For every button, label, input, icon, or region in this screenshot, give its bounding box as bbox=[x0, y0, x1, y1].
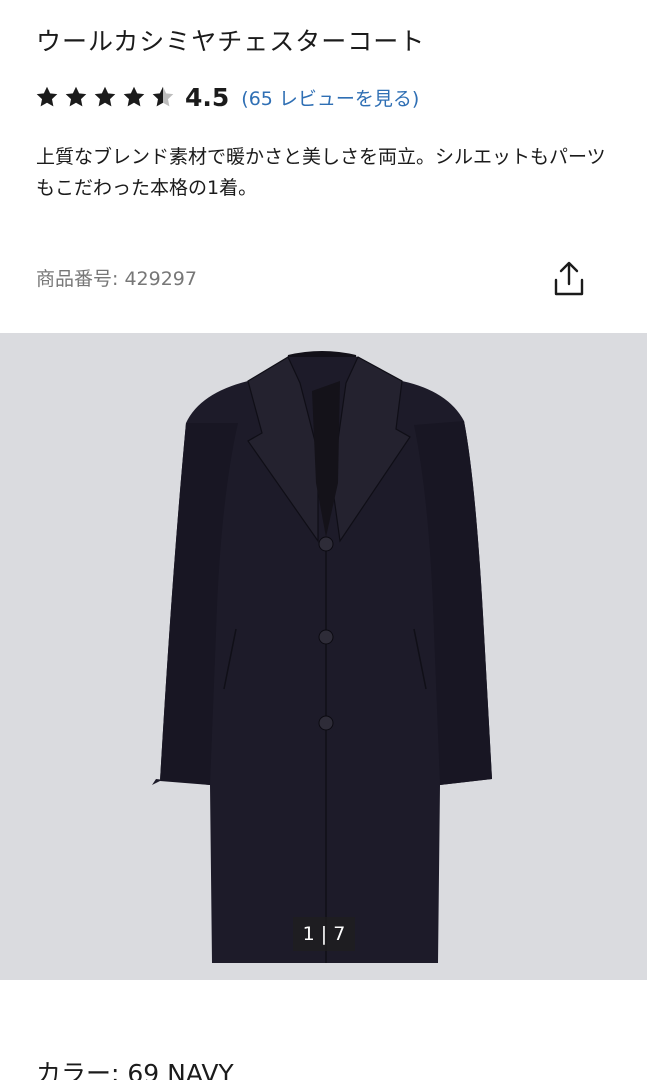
product-code: 商品番号: 429297 bbox=[36, 268, 197, 290]
product-page: ウールカシミヤチェスターコート 4.5 (65 レビューを見る) 上質なブレンド… bbox=[0, 0, 647, 1080]
rating-value: 4.5 bbox=[185, 82, 230, 112]
image-counter: 1 | 7 bbox=[293, 917, 355, 951]
star-icon bbox=[36, 86, 58, 107]
product-title: ウールカシミヤチェスターコート bbox=[36, 27, 426, 56]
coat-image bbox=[152, 351, 492, 963]
star-icon bbox=[65, 86, 87, 107]
half-star-icon bbox=[152, 86, 174, 107]
share-icon[interactable] bbox=[552, 260, 586, 298]
rating-row: 4.5 (65 レビューを見る) bbox=[34, 80, 419, 114]
review-link[interactable]: (65 レビューを見る) bbox=[241, 84, 419, 111]
color-label: カラー: 69 NAVY bbox=[36, 1059, 234, 1080]
rating-stars bbox=[34, 84, 179, 110]
product-image-gallery[interactable]: 1 | 7 bbox=[0, 333, 647, 980]
product-description: 上質なブレンド素材で暖かさと美しさを両立。シルエットもパーツもこだわった本格の1… bbox=[36, 146, 606, 199]
star-icon bbox=[123, 86, 145, 107]
star-icon bbox=[94, 86, 116, 107]
